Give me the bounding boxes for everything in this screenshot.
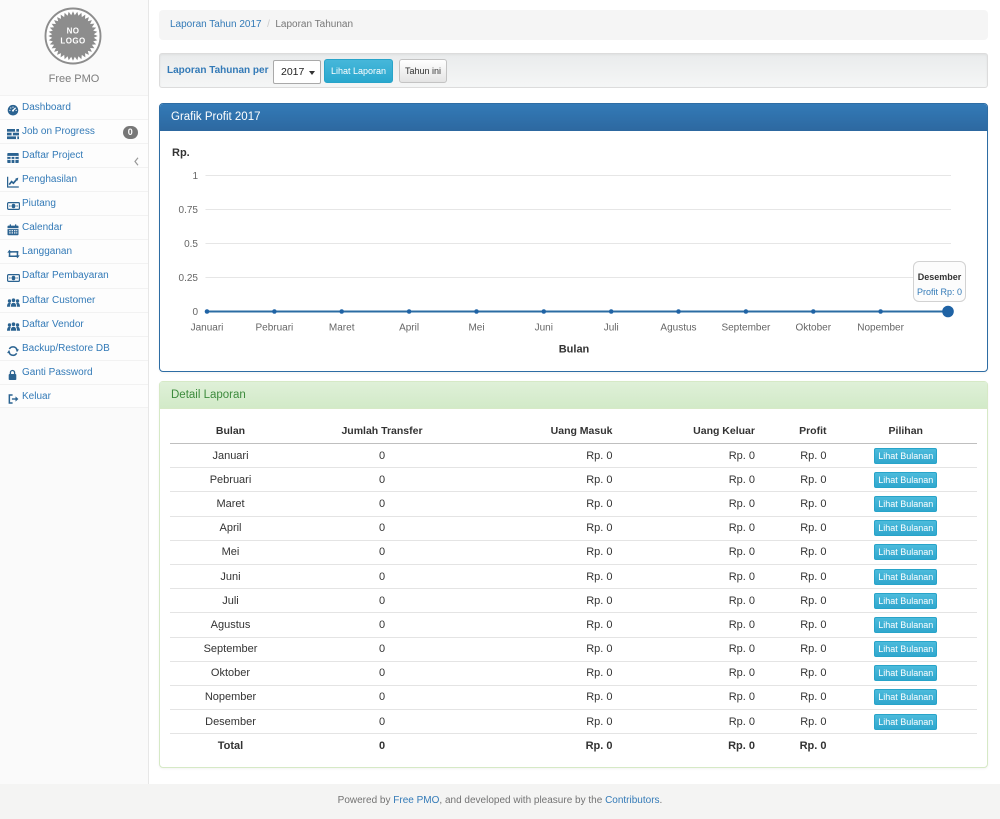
svg-text:Mei: Mei [468, 323, 484, 334]
svg-text:NO: NO [67, 27, 80, 36]
svg-text:Agustus: Agustus [660, 323, 696, 334]
svg-text:Nopember: Nopember [857, 323, 904, 334]
svg-text:Rp.: Rp. [172, 147, 190, 159]
svg-text:0.75: 0.75 [179, 205, 199, 216]
svg-text:April: April [399, 323, 419, 334]
svg-text:Juni: Juni [535, 323, 553, 334]
svg-text:September: September [721, 323, 771, 334]
svg-text:1: 1 [192, 171, 198, 182]
svg-text:Pebruari: Pebruari [255, 323, 293, 334]
svg-text:0.25: 0.25 [179, 273, 199, 284]
svg-text:Oktober: Oktober [796, 323, 832, 334]
svg-text:0: 0 [192, 307, 198, 318]
svg-text:LOGO: LOGO [60, 37, 85, 46]
svg-text:Januari: Januari [191, 323, 224, 334]
svg-text:Bulan: Bulan [559, 344, 590, 356]
svg-text:Maret: Maret [329, 323, 355, 334]
svg-text:0.5: 0.5 [184, 239, 198, 250]
svg-text:Juli: Juli [604, 323, 619, 334]
